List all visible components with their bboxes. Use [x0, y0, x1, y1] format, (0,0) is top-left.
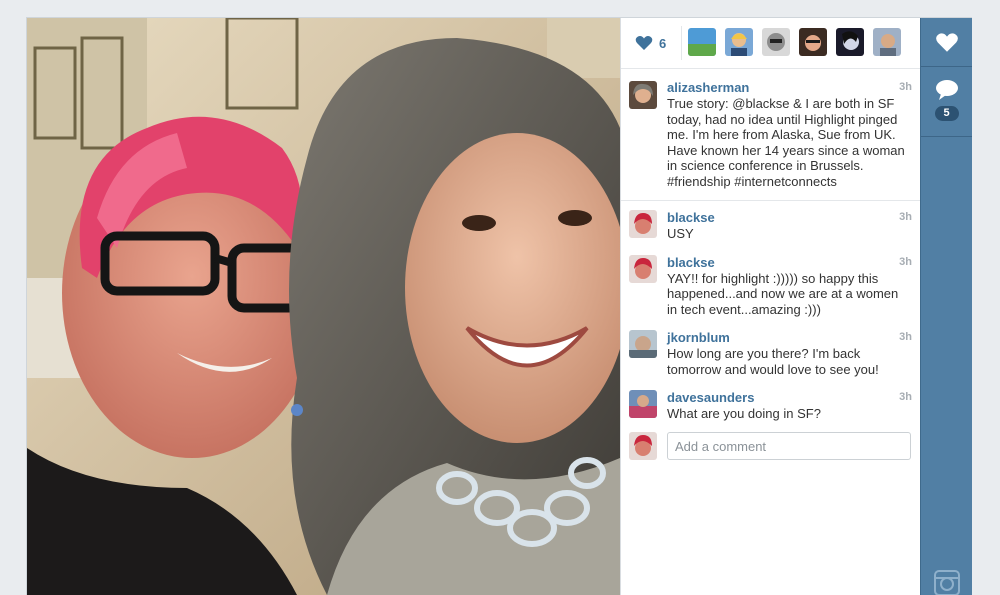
comment-text: What are you doing in SF?: [667, 406, 821, 421]
comment-item: jkornblum 3h How long are you there? I'm…: [621, 321, 921, 381]
comment-username[interactable]: blackse: [667, 255, 909, 271]
liker-avatar[interactable]: [725, 28, 753, 56]
comment-button[interactable]: 5: [921, 67, 972, 137]
like-button[interactable]: [921, 18, 972, 67]
liker-avatar[interactable]: [688, 28, 716, 56]
likes-bar: 6: [621, 18, 921, 69]
comment-text: YAY!! for highlight :))))) so happy this…: [667, 270, 899, 317]
comment-time: 3h: [899, 211, 912, 223]
comment-text: USY: [667, 226, 694, 241]
comment-item: blackse 3h YAY!! for highlight :))))) so…: [621, 246, 921, 322]
heart-icon: [935, 32, 958, 52]
comment-time: 3h: [899, 331, 912, 343]
avatar[interactable]: [629, 81, 657, 109]
comment-time: 3h: [899, 391, 912, 403]
comment-time: 3h: [899, 255, 912, 268]
camera-icon: [933, 570, 960, 595]
caption-time: 3h: [899, 81, 912, 93]
like-count[interactable]: 6: [635, 34, 666, 52]
liker-avatar[interactable]: [799, 28, 827, 56]
comment-list: blackse 3h USY blackse 3h YAY!! for high…: [621, 201, 921, 472]
action-sidebar: 5: [920, 18, 972, 595]
liker-avatar[interactable]: [836, 28, 864, 56]
speech-bubble-icon: [935, 80, 958, 100]
like-count-value: 6: [659, 35, 667, 51]
comment-item: blackse 3h USY: [621, 201, 921, 246]
heart-icon: [635, 36, 653, 50]
liker-avatar[interactable]: [873, 28, 901, 56]
caption-text: True story: @blackse & I are both in SF …: [667, 96, 905, 189]
comment-username[interactable]: blackse: [667, 210, 909, 226]
avatar[interactable]: [629, 254, 657, 283]
comment-username[interactable]: davesaunders: [667, 390, 909, 406]
caption: alizasherman 3h True story: @blackse & I…: [621, 69, 921, 201]
comment-username[interactable]: jkornblum: [667, 330, 909, 346]
avatar[interactable]: [629, 210, 657, 238]
comment-text: How long are you there? I'm back tomorro…: [667, 346, 879, 377]
caption-username[interactable]: alizasherman: [667, 80, 909, 96]
comments-panel: 6 alizasherman 3h True story: @blackse &…: [620, 18, 921, 595]
likes-divider: [681, 26, 682, 60]
instagram-logo[interactable]: [921, 570, 972, 595]
post-card: 6 alizasherman 3h True story: @blackse &…: [27, 18, 972, 595]
avatar[interactable]: [629, 330, 657, 358]
avatar[interactable]: [629, 390, 657, 418]
post-photo[interactable]: [27, 18, 620, 595]
avatar: [629, 431, 657, 460]
comment-count-badge: 5: [934, 106, 959, 121]
liker-avatar[interactable]: [762, 28, 790, 56]
add-comment-row: Add a comment: [621, 426, 921, 472]
comment-input[interactable]: Add a comment: [667, 431, 911, 460]
comment-item: davesaunders 3h What are you doing in SF…: [621, 381, 921, 426]
